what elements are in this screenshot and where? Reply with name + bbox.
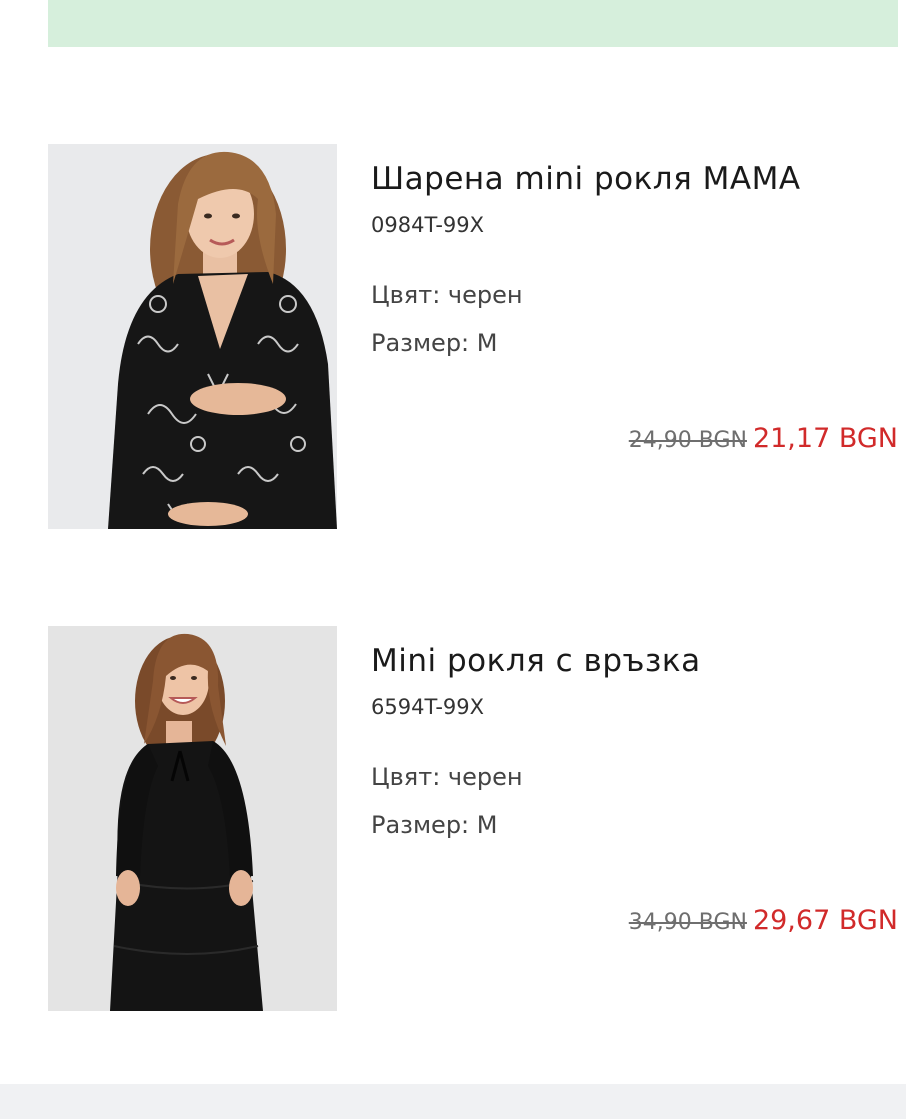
- old-price: 34,90 BGN: [628, 910, 747, 935]
- product-color: Цвят: черен: [371, 763, 523, 791]
- product-sku: 6594T-99X: [371, 695, 485, 719]
- price-block: 24,90 BGN 21,17 BGN: [629, 423, 898, 454]
- product-image[interactable]: [48, 626, 337, 1011]
- product-size: Размер: M: [371, 329, 498, 357]
- product-title[interactable]: Mini рокля с връзка: [371, 643, 701, 679]
- footer-bar: [0, 1084, 906, 1119]
- product-image[interactable]: [48, 144, 337, 529]
- product-title[interactable]: Шарена mini рокля MAMA: [371, 161, 801, 197]
- old-price: 24,90 BGN: [628, 428, 747, 453]
- product-size: Размер: M: [371, 811, 498, 839]
- cart-item: Mini рокля с връзка 6594T-99X Цвят: чере…: [48, 626, 898, 1011]
- product-sku: 0984T-99X: [371, 213, 485, 237]
- sale-price: 29,67 BGN: [752, 905, 898, 936]
- product-color: Цвят: черен: [371, 281, 523, 309]
- price-block: 34,90 BGN 29,67 BGN: [629, 905, 898, 936]
- notice-banner: [48, 0, 898, 47]
- sale-price: 21,17 BGN: [752, 423, 898, 454]
- cart-item: Шарена mini рокля MAMA 0984T-99X Цвят: ч…: [48, 144, 898, 529]
